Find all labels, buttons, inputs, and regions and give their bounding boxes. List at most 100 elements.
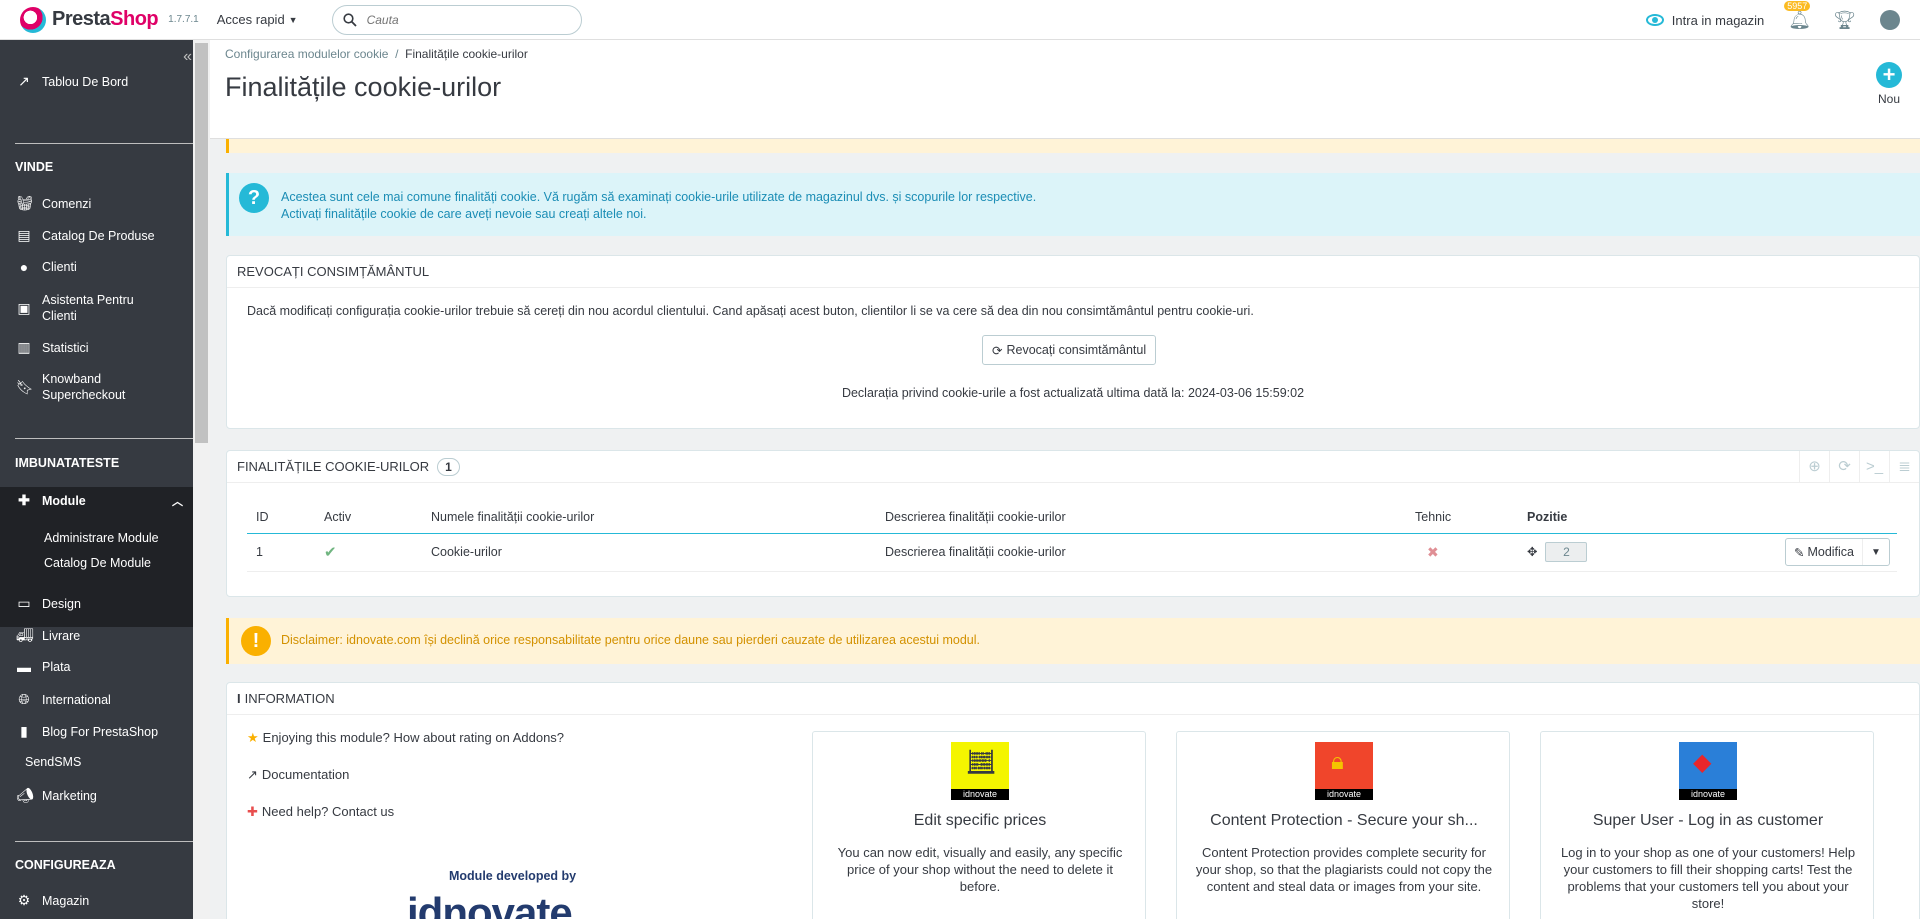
support-line-1: Asistenta Pentru <box>42 293 134 307</box>
edit-button[interactable]: ✎ Modifica <box>1786 539 1863 565</box>
sql-query-icon[interactable]: >_ <box>1859 451 1889 483</box>
search-input[interactable] <box>366 12 557 27</box>
revoke-consent-button[interactable]: ⟳ Revocați consimtământul <box>982 335 1157 365</box>
addon-card[interactable]: 🧮︎ idnovate Edit specific prices You can … <box>812 731 1146 919</box>
documentation-label: Documentation <box>261 767 350 782</box>
column-technical[interactable]: Tehnic <box>1406 501 1518 534</box>
warning-icon: ! <box>241 626 271 656</box>
sidebar-item-dashboard[interactable]: ↗ Tablou De Bord <box>0 73 193 90</box>
idnovate-logo[interactable]: idnovate <box>407 889 573 919</box>
scrollbar-thumb[interactable] <box>195 43 208 443</box>
prestashop-logo[interactable]: PrestaShop <box>20 6 159 33</box>
info-alert-line-1: Acestea sunt cele mai comune finalități … <box>281 190 1037 204</box>
addon-card-thumbnail: ◆ idnovate <box>1679 742 1737 800</box>
cross-icon: ✖ <box>1427 543 1439 560</box>
revoke-button-label: Revocați consimtământul <box>1006 343 1147 357</box>
book-icon: ▮ <box>20 723 28 739</box>
sidebar-item-payment[interactable]: ▬ Plata <box>0 659 193 675</box>
chevron-up-icon: ︿ <box>172 495 183 508</box>
sidebar-item-label: Marketing <box>42 788 97 803</box>
sidebar-item-blog[interactable]: ▮ Blog For PrestaShop <box>0 723 193 740</box>
sidebar-subitem-modules-manager[interactable]: Administrare Module <box>44 531 159 545</box>
sidebar-scrollbar[interactable] <box>193 40 210 919</box>
database-icon[interactable]: ≣ <box>1889 451 1919 483</box>
column-name[interactable]: Numele finalității cookie-urilor <box>422 501 876 534</box>
caret-down-icon[interactable]: ▼ <box>1863 547 1889 558</box>
cell-name: Cookie-urilor <box>422 533 876 572</box>
drag-move-icon[interactable]: ✥ <box>1527 545 1537 559</box>
view-shop-link[interactable]: Intra in magazin <box>1645 13 1764 28</box>
sidebar-item-stats[interactable]: ▥ Statistici <box>0 339 193 356</box>
sidebar-item-label: Asistenta Pentru Clienti <box>42 292 134 324</box>
chart-icon: ▥ <box>17 339 31 355</box>
column-id[interactable]: ID <box>247 501 315 534</box>
cookie-purposes-table: ID Activ Numele finalității cookie-urilo… <box>247 501 1897 572</box>
cell-active[interactable]: ✔ <box>315 533 422 572</box>
help-icon: ? <box>239 183 269 213</box>
check-icon[interactable]: ✔ <box>324 544 337 561</box>
sidebar-item-support[interactable]: ▣ Asistenta Pentru Clienti <box>0 292 193 324</box>
column-description[interactable]: Descrierea finalității cookie-urilor <box>876 501 1406 534</box>
thumbnail-label: idnovate <box>1679 789 1737 800</box>
column-position[interactable]: Pozitie <box>1518 501 1718 534</box>
user-avatar-icon[interactable] <box>1880 10 1900 30</box>
add-new-button[interactable]: + Nou <box>1874 62 1904 106</box>
info-alert: ? Acestea sunt cele mai comune finalităț… <box>226 173 1920 236</box>
sidebar-item-customers[interactable]: ● Clienti <box>0 259 193 275</box>
calculator-icon: 🧮︎ <box>966 749 997 776</box>
contact-help-link[interactable]: ✚ Need help? Contact us <box>247 804 394 820</box>
breadcrumb-current: Finalitățile cookie-urilor <box>405 47 528 61</box>
collapse-sidebar-icon[interactable]: « <box>183 48 192 66</box>
sidebar-item-design[interactable]: ▭ Design <box>0 595 193 612</box>
table-row[interactable]: 1 ✔ Cookie-urilor Descrierea finalității… <box>247 533 1897 572</box>
addon-card[interactable]: 🔒︎ idnovate Content Protection - Secure y… <box>1176 731 1510 919</box>
knowband-line-2: Supercheckout <box>42 388 126 402</box>
globe-icon: 🌐︎ <box>18 691 30 707</box>
cell-technical: ✖ <box>1406 533 1518 572</box>
information-heading: i INFORMATION <box>227 683 1919 715</box>
sidebar-item-international[interactable]: 🌐︎ International <box>0 691 193 708</box>
add-new-icon[interactable]: ⊕ <box>1799 451 1829 483</box>
basket-icon: 🧺︎ <box>16 195 34 211</box>
breadcrumb-parent-link[interactable]: Configurarea modulelor cookie <box>225 47 388 61</box>
rate-module-label: Enjoying this module? How about rating o… <box>262 730 565 745</box>
addon-card-title: Super User - Log in as customer <box>1592 812 1824 829</box>
list-panel-heading: FINALITĂȚILE COOKIE-URILOR 1 <box>227 451 1919 483</box>
sidebar-item-knowband[interactable]: 🔖︎ Knowband Supercheckout <box>0 371 193 403</box>
cell-position: ✥ <box>1518 533 1718 572</box>
documentation-link[interactable]: ↗ Documentation <box>247 767 349 783</box>
sidebar-item-shop[interactable]: ⚙ Magazin <box>0 892 193 909</box>
rate-module-link[interactable]: ★ Enjoying this module? How about rating … <box>247 730 564 746</box>
search-box[interactable] <box>331 4 582 35</box>
chat-icon: ▣ <box>17 299 31 316</box>
caret-down-icon: ▼ <box>288 14 298 25</box>
cell-id: 1 <box>247 533 315 572</box>
refresh-list-icon[interactable]: ⟳ <box>1829 451 1859 483</box>
sidebar-item-marketing[interactable]: 📣︎ Marketing <box>0 787 193 804</box>
sidebar-item-modules[interactable]: ✚ Module ︿ <box>0 492 193 509</box>
puzzle-icon: ✚ <box>18 492 30 508</box>
info-icon: i <box>237 691 241 706</box>
quick-access-dropdown[interactable]: Acces rapid ▼ <box>217 12 298 27</box>
trophy-icon[interactable]: 🏆︎ <box>1833 10 1856 31</box>
thumbnail-label: idnovate <box>951 789 1009 800</box>
sidebar-item-catalog[interactable]: ▤ Catalog De Produse <box>0 227 193 244</box>
count-badge: 1 <box>437 457 460 476</box>
sidebar-subitem-modules-catalog[interactable]: Catalog De Module <box>44 556 151 570</box>
top-header: PrestaShop 1.7.7.1 Acces rapid▼ Intra in… <box>0 0 1920 40</box>
notifications-button[interactable]: 🔔︎ 5957 <box>1784 0 1811 31</box>
revoke-panel-heading: REVOCAȚI CONSIMȚĂMÂNTUL <box>227 256 1919 288</box>
addon-card[interactable]: ◆ idnovate Super User - Log in as custome… <box>1540 731 1874 919</box>
column-active[interactable]: Activ <box>315 501 422 534</box>
revoke-description: Dacă modificați configurația cookie-uril… <box>247 304 1254 318</box>
sidebar: « ↗ Tablou De Bord VINDE 🧺︎ Comenzi ▤ Catal… <box>0 40 210 919</box>
sidebar-item-sendsms[interactable]: SendSMS <box>0 755 193 769</box>
sidebar-item-orders[interactable]: 🧺︎ Comenzi <box>0 195 193 212</box>
section-improve: IMBUNATATESTE <box>15 456 120 470</box>
sidebar-item-shipping[interactable]: 🚚︎ Livrare <box>0 627 193 644</box>
sidebar-item-label: Magazin <box>42 893 90 908</box>
notifications-badge: 5957 <box>1784 0 1811 11</box>
position-input[interactable] <box>1545 542 1588 562</box>
list-toolbar: ⊕ ⟳ >_ ≣ <box>1799 451 1919 483</box>
desktop-icon: ▭ <box>17 595 31 611</box>
